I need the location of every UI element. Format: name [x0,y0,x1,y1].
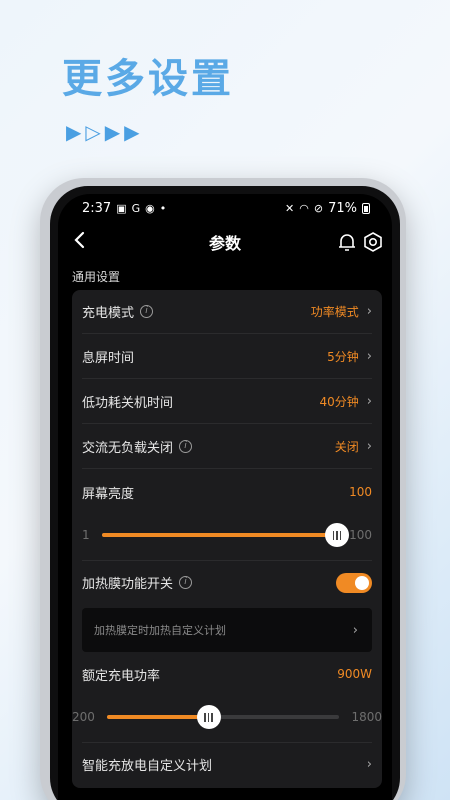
settings-card: 充电模式 i 功率模式 › 息屏时间 5分钟 › 低功耗关机时间 40分钟 › … [72,290,382,788]
rated-power-row: 额定充电功率 900W [82,652,372,696]
dot-icon: • [159,201,167,215]
app-bar: 参数 [58,222,392,262]
google-icon: G [131,201,141,215]
low-power-shutdown-value: 40分钟 [319,395,359,409]
mute-icon: ✕ [285,201,295,215]
brightness-min: 1 [82,528,90,542]
screen-off-label: 息屏时间 [82,351,135,366]
charge-mode-label: 充电模式 [82,306,135,321]
charge-mode-value: 功率模式 [310,305,359,319]
slider-handle[interactable] [325,523,350,547]
slider-track[interactable] [101,523,350,547]
info-icon[interactable]: i [179,576,193,589]
dnd-icon: ⊘ [313,201,324,215]
status-bar: 2:37 ▣ G ◉ • ✕ ◠ ⊘ 71% [58,194,392,222]
smart-plan-row[interactable]: 智能充放电自定义计划 › [82,742,372,786]
notifications-button[interactable] [336,231,358,253]
slider-fill [106,715,209,719]
chevron-right-icon: › [366,304,372,319]
slider-track[interactable] [106,705,340,729]
arrow-icon: ▶ [104,120,123,144]
heating-film-label: 加热膜功能开关 [82,577,174,592]
screen-off-row[interactable]: 息屏时间 5分钟 › [82,335,372,379]
arrow-icon: ▷ [85,120,103,144]
settings-button[interactable] [362,231,384,253]
wifi-icon: ◠ [299,201,309,215]
back-button[interactable] [70,228,94,254]
phone-screen: 2:37 ▣ G ◉ • ✕ ◠ ⊘ 71% 参数 通用设置 充电模式 i 功率… [58,194,392,800]
status-time: 2:37 [82,200,112,216]
rated-power-max: 1800 [351,710,382,724]
ac-no-load-off-row[interactable]: 交流无负载关闭 i 关闭 › [82,425,372,469]
chevron-right-icon: › [366,349,372,364]
arrow-icon: ▶ [66,120,84,144]
section-label: 通用设置 [72,270,121,284]
heating-plan-row[interactable]: 加热膜定时加热自定义计划 › [82,608,372,652]
screen-off-value: 5分钟 [327,350,359,364]
heating-film-toggle[interactable] [336,572,372,593]
brightness-row: 屏幕亮度 100 [82,470,372,514]
arrow-icon: ▶ [124,120,142,144]
brightness-label: 屏幕亮度 [82,486,135,502]
chevron-right-icon: › [366,394,372,409]
chevron-left-icon [74,231,85,249]
brightness-slider[interactable]: 1 100 [82,518,372,552]
rated-power-value: 900W [337,667,372,681]
battery-percent: 71% [328,200,357,216]
ac-no-load-off-value: 关闭 [334,440,359,454]
rated-power-slider[interactable]: 200 1800 [72,700,382,734]
heating-film-row: 加热膜功能开关 i [82,560,372,604]
low-power-shutdown-label: 低功耗关机时间 [82,396,174,411]
brightness-value: 100 [349,485,372,499]
smart-plan-label: 智能充放电自定义计划 [82,759,213,774]
ac-no-load-off-label: 交流无负载关闭 [82,441,174,456]
gallery-icon: ▣ [116,201,127,215]
chevron-right-icon: › [366,439,372,454]
phone-bezel: 2:37 ▣ G ◉ • ✕ ◠ ⊘ 71% 参数 通用设置 充电模式 i 功率… [50,186,400,800]
low-power-shutdown-row[interactable]: 低功耗关机时间 40分钟 › [82,380,372,424]
heating-plan-label: 加热膜定时加热自定义计划 [94,624,226,637]
charge-mode-row[interactable]: 充电模式 i 功率模式 › [82,290,372,334]
info-icon[interactable]: i [179,440,193,453]
chevron-right-icon: › [352,622,358,638]
battery-icon [362,202,370,214]
rated-power-min: 200 [72,710,95,724]
rated-power-label: 额定充电功率 [82,668,161,684]
brightness-max: 100 [349,528,372,542]
gear-icon [364,232,382,252]
chevron-right-icon: › [366,757,372,772]
info-icon[interactable]: i [140,305,154,318]
promo-arrows: ▶ ▷ ▶ ▶ [66,120,144,144]
sync-icon: ◉ [145,201,155,215]
bell-icon [339,234,355,251]
page-title: 参数 [208,234,241,253]
slider-fill [101,533,338,537]
slider-handle[interactable] [196,705,221,729]
promo-title: 更多设置 [62,56,234,102]
